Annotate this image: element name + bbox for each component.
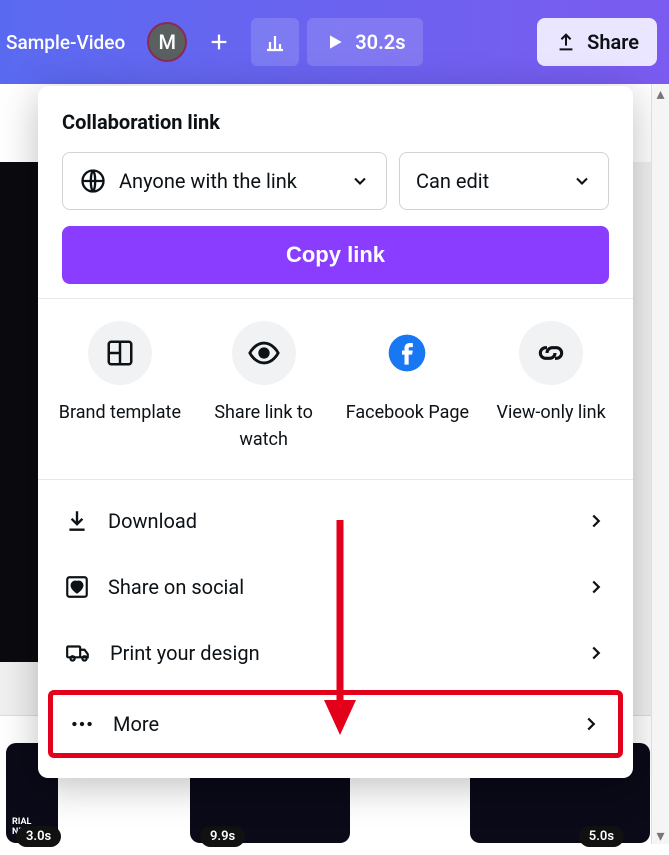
link-access-label: Anyone with the link	[119, 169, 297, 193]
link-icon	[535, 337, 567, 369]
copy-link-label: Copy link	[286, 242, 385, 268]
truck-icon	[64, 640, 92, 666]
share-button-label: Share	[587, 30, 639, 54]
chevron-right-icon	[585, 510, 607, 532]
vertical-scrollbar[interactable]: ▴ ▾	[651, 84, 669, 844]
copy-link-button[interactable]: Copy link	[62, 226, 609, 284]
duration-text: 30.2s	[355, 30, 405, 54]
bar-chart-icon	[263, 30, 287, 54]
clip-duration-badge: 9.9s	[200, 826, 245, 847]
download-icon	[64, 508, 90, 534]
chevron-down-icon	[572, 171, 592, 191]
link-access-select[interactable]: Anyone with the link	[62, 152, 387, 210]
play-duration-button[interactable]: 30.2s	[307, 18, 423, 66]
upload-icon	[555, 31, 577, 53]
action-download[interactable]: Download	[38, 488, 633, 554]
share-option-label: Facebook Page	[346, 399, 469, 426]
top-toolbar: Sample-Video M 30.2s Share	[0, 0, 669, 84]
share-option-brand-template[interactable]: Brand template	[50, 321, 190, 453]
more-icon	[69, 711, 95, 737]
action-label: More	[113, 712, 159, 736]
share-option-label: View-only link	[496, 399, 605, 426]
scroll-down-arrow[interactable]: ▾	[652, 826, 669, 844]
chevron-right-icon	[580, 713, 602, 735]
share-button[interactable]: Share	[537, 18, 657, 66]
document-title: Sample-Video	[6, 31, 125, 54]
share-options-grid: Brand template Share link to watch Faceb…	[38, 299, 633, 479]
add-collaborator-button[interactable]	[195, 18, 243, 66]
action-label: Share on social	[108, 575, 244, 599]
share-option-facebook[interactable]: Facebook Page	[337, 321, 477, 453]
action-label: Print your design	[110, 641, 260, 665]
globe-icon	[79, 167, 107, 195]
action-label: Download	[108, 509, 197, 533]
scroll-up-arrow[interactable]: ▴	[652, 84, 669, 102]
plus-icon	[208, 31, 230, 53]
clip-duration-badge: 5.0s	[579, 826, 624, 847]
permission-label: Can edit	[416, 169, 489, 193]
chevron-right-icon	[585, 576, 607, 598]
eye-icon	[247, 336, 281, 370]
permission-select[interactable]: Can edit	[399, 152, 609, 210]
share-option-view-only[interactable]: View-only link	[481, 321, 621, 453]
share-option-label: Share link to watch	[194, 399, 334, 453]
avatar-letter: M	[158, 30, 176, 54]
analytics-button[interactable]	[251, 18, 299, 66]
share-option-label: Brand template	[59, 399, 181, 426]
facebook-icon	[387, 333, 427, 373]
chevron-right-icon	[585, 642, 607, 664]
avatar[interactable]: M	[147, 22, 187, 62]
action-more[interactable]: More	[48, 690, 623, 758]
share-panel: Collaboration link Anyone with the link …	[38, 86, 633, 778]
play-icon	[325, 31, 345, 53]
action-print[interactable]: Print your design	[38, 620, 633, 686]
heart-square-icon	[64, 574, 90, 600]
panel-title: Collaboration link	[62, 110, 609, 134]
template-icon	[105, 338, 135, 368]
share-option-watch-link[interactable]: Share link to watch	[194, 321, 334, 453]
action-share-social[interactable]: Share on social	[38, 554, 633, 620]
chevron-down-icon	[350, 171, 370, 191]
clip-duration-badge: 3.0s	[16, 826, 61, 847]
actions-list: Download Share on social Print your desi…	[38, 480, 633, 770]
